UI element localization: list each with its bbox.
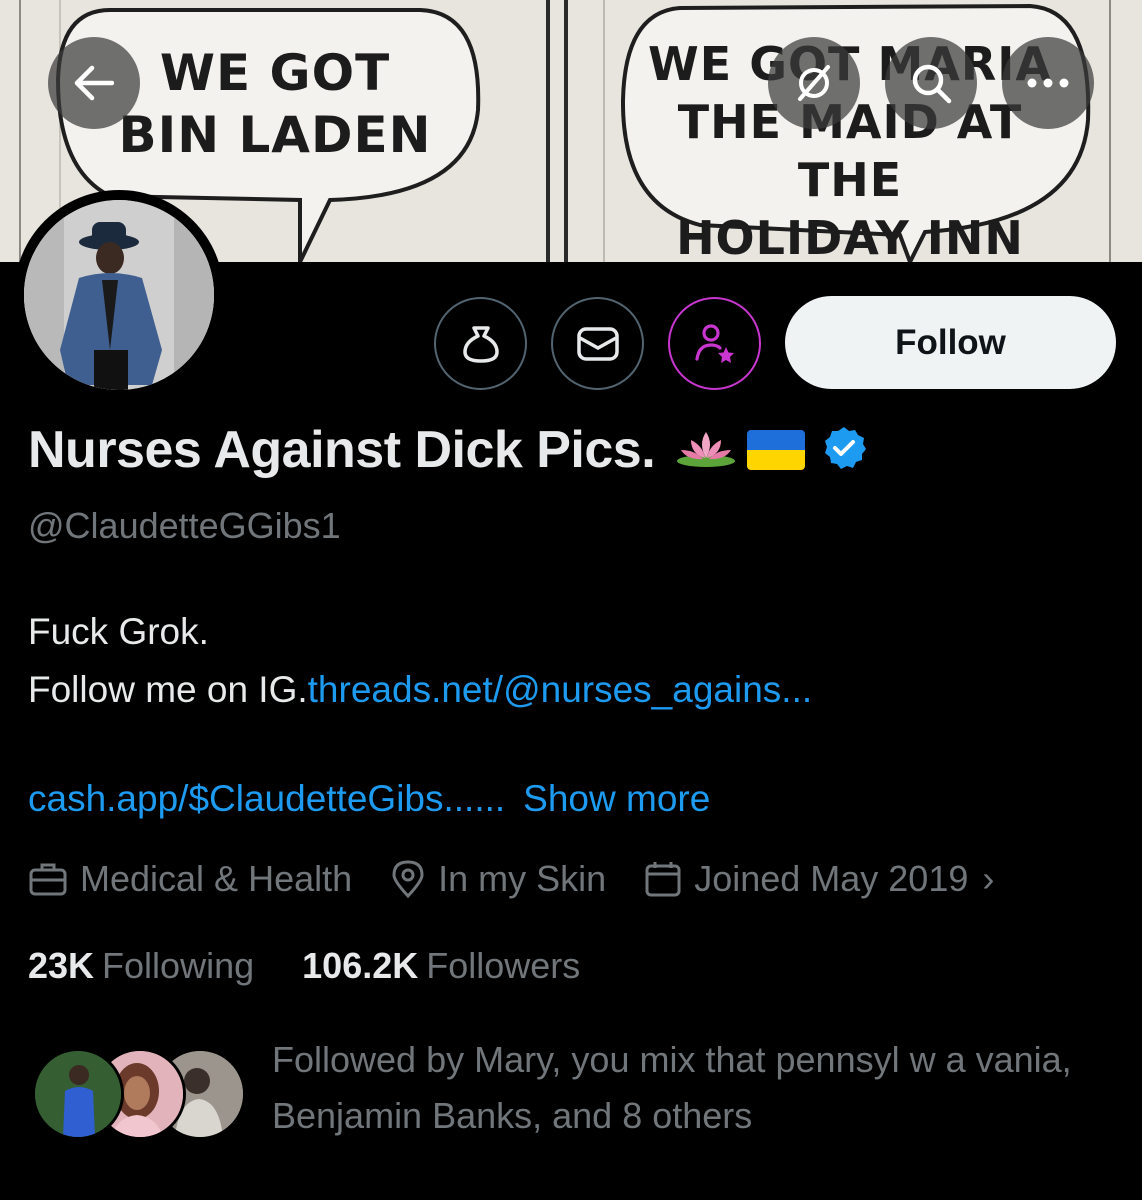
followers-count: 106.2K <box>302 945 419 986</box>
bio-text: Follow me on IG. <box>28 669 308 710</box>
avatar <box>32 1048 124 1140</box>
avatar-photo <box>24 200 214 390</box>
followers-label: Followers <box>426 945 581 986</box>
display-name: Nurses Against Dick Pics. <box>28 421 656 479</box>
followed-by-text[interactable]: Followed by Mary, you mix that pennsyl w… <box>272 1032 1132 1144</box>
following-label: Following <box>102 945 255 986</box>
tip-button[interactable] <box>434 297 527 390</box>
briefcase-icon <box>29 863 67 896</box>
message-button[interactable] <box>551 297 644 390</box>
banner-left-bubble-text: WE GOT BIN LADEN <box>118 44 432 164</box>
back-button[interactable] <box>48 37 140 129</box>
cashapp-link[interactable]: cash.app/$ClaudetteGibs...... <box>28 778 505 819</box>
follow-button[interactable]: Follow <box>785 296 1116 389</box>
location-label: In my Skin <box>438 858 607 899</box>
more-button[interactable] <box>1002 37 1094 129</box>
subscribe-button[interactable] <box>668 297 761 390</box>
display-name-row: Nurses Against Dick Pics. <box>28 420 867 480</box>
following-count: 23K <box>28 945 95 986</box>
category-label: Medical & Health <box>80 858 353 899</box>
following-link[interactable]: 23K Following <box>28 945 264 986</box>
money-bag-icon <box>462 325 499 363</box>
location-item: In my Skin <box>390 858 606 900</box>
location-pin-icon <box>392 860 424 899</box>
calendar-icon <box>645 862 681 897</box>
profile-meta: Medical & Health In my Skin Joined May 2… <box>28 858 1032 900</box>
person-star-icon <box>694 323 734 363</box>
bio-link-row: cash.app/$ClaudetteGibs...... Show more <box>28 778 710 820</box>
followers-link[interactable]: 106.2K Followers <box>302 945 580 986</box>
bio-line: Fuck Grok. <box>28 611 209 652</box>
search-icon <box>912 64 952 104</box>
followed-by-avatars[interactable] <box>32 1048 246 1140</box>
search-button[interactable] <box>885 37 977 129</box>
joined-label: Joined May 2019 <box>694 858 969 899</box>
more-dots-icon <box>1027 78 1069 88</box>
chevron-right-icon: › <box>982 858 995 899</box>
lotus-emoji-icon <box>675 428 737 473</box>
profile-stats: 23K Following 106.2K Followers <box>28 945 580 987</box>
joined-item[interactable]: Joined May 2019 › <box>644 858 994 900</box>
category-item: Medical & Health <box>28 858 352 900</box>
ukraine-flag-emoji-icon <box>747 430 806 470</box>
profile-bio: Fuck Grok. Follow me on IG.threads.net/@… <box>28 603 812 719</box>
grok-button[interactable] <box>768 37 860 129</box>
envelope-icon <box>576 326 619 361</box>
show-more-link[interactable]: Show more <box>523 778 710 819</box>
grok-slash-icon <box>798 65 830 101</box>
profile-avatar[interactable] <box>14 190 224 400</box>
threads-link[interactable]: threads.net/@nurses_agains... <box>308 669 812 710</box>
verified-badge-icon[interactable] <box>821 425 867 476</box>
profile-handle: @ClaudetteGGibs1 <box>28 505 341 546</box>
arrow-left-icon <box>74 65 114 101</box>
